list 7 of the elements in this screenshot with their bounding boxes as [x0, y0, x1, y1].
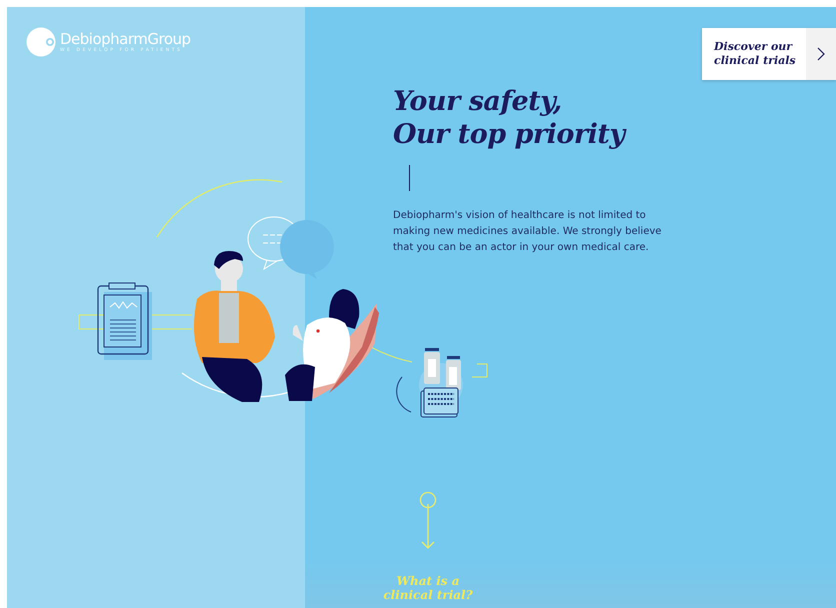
logo-name: DebiopharmGroup	[60, 30, 191, 48]
chevron-right-icon	[817, 47, 825, 61]
down-arrow-icon[interactable]	[419, 492, 437, 550]
logo-icon	[26, 27, 56, 57]
hero-description: Debiopharm's vision of healthcare is not limited to making new medicines available. We strongly believe that you can be an actor in your own medical care.	[393, 209, 662, 255]
hero-title: Your safety, Our top priority	[393, 85, 628, 151]
discover-trials-button[interactable]: Discover our clinical trials	[702, 28, 836, 80]
